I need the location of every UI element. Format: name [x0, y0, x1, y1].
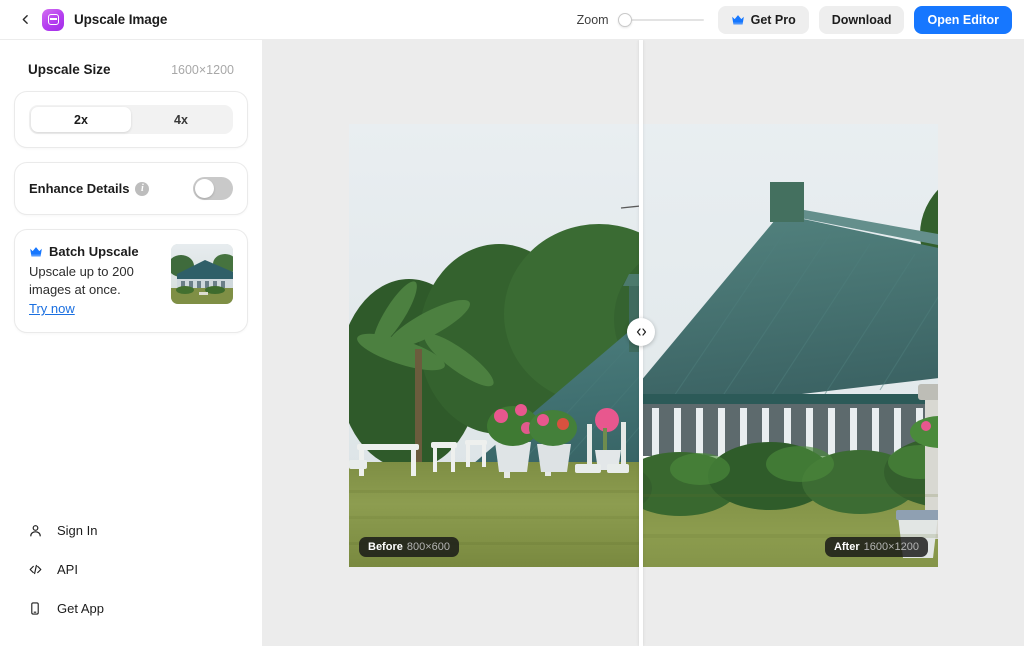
before-image — [349, 124, 639, 567]
sidebar-item-sign-in[interactable]: Sign In — [14, 511, 248, 550]
batch-upscale-try-now-link[interactable]: Try now — [29, 301, 75, 316]
toolbar-actions: Zoom Get Pro Download Open Editor — [577, 5, 1012, 34]
enhance-details-left: Enhance Details i — [29, 181, 150, 196]
mobile-icon — [26, 600, 44, 618]
back-button[interactable] — [14, 9, 36, 31]
app-icon-glyph — [47, 14, 59, 25]
after-badge: After 1600×1200 — [824, 537, 928, 557]
info-icon[interactable]: i — [135, 181, 150, 196]
get-pro-button[interactable]: Get Pro — [717, 5, 809, 34]
scale-factor-card: 2x 4x — [14, 91, 248, 148]
download-button[interactable]: Download — [818, 5, 905, 34]
batch-upscale-text: Batch Upscale Upscale up to 200 images a… — [29, 244, 161, 318]
upscale-size-row: Upscale Size 1600×1200 — [14, 54, 248, 91]
sidebar-item-get-app-label: Get App — [57, 601, 104, 616]
sidebar-item-api[interactable]: API — [14, 550, 248, 589]
batch-upscale-description: Upscale up to 200 images at once. — [29, 264, 134, 297]
batch-upscale-card[interactable]: Batch Upscale Upscale up to 200 images a… — [14, 229, 248, 334]
compare-arrows-icon — [636, 328, 646, 336]
sidebar-item-get-app[interactable]: Get App — [14, 589, 248, 628]
zoom-slider[interactable] — [617, 12, 704, 28]
crown-icon — [731, 15, 744, 25]
scale-option-4x[interactable]: 4x — [131, 107, 231, 132]
scale-factor-segmented[interactable]: 2x 4x — [29, 105, 233, 134]
after-image — [640, 124, 938, 567]
enhance-details-label: Enhance Details — [29, 181, 130, 196]
top-toolbar: Upscale Image Zoom Get Pro Download Open… — [0, 0, 1024, 40]
zoom-slider-knob[interactable] — [617, 12, 632, 27]
thumbnail-house-image — [171, 244, 233, 304]
scale-option-4x-label: 4x — [174, 112, 188, 127]
before-pane — [349, 124, 639, 567]
app-icon — [42, 8, 64, 31]
crown-icon — [30, 247, 42, 257]
open-editor-label: Open Editor — [927, 12, 999, 27]
after-pane: After 1600×1200 — [640, 124, 938, 567]
scale-option-2x[interactable]: 2x — [31, 107, 131, 132]
after-label: After — [833, 541, 860, 553]
batch-upscale-title: Batch Upscale — [49, 244, 139, 259]
zoom-control: Zoom — [577, 12, 704, 28]
toggle-knob — [195, 179, 214, 198]
sidebar-settings: Upscale Size 1600×1200 2x 4x Enhance Det… — [0, 40, 262, 511]
get-pro-label: Get Pro — [750, 12, 796, 27]
code-icon — [26, 561, 44, 579]
page-title: Upscale Image — [74, 12, 168, 27]
sidebar-item-api-label: API — [57, 562, 78, 577]
upscale-size-label: Upscale Size — [28, 62, 111, 77]
sidebar-item-sign-in-label: Sign In — [57, 523, 98, 538]
before-badge: Before 800×600 — [359, 537, 459, 557]
download-label: Download — [831, 12, 892, 27]
compare-slider-handle[interactable] — [627, 318, 655, 346]
sidebar-nav: Sign In API Get App — [0, 511, 262, 646]
compare-canvas: After 1600×1200 Before 800×600 — [263, 40, 1024, 646]
scale-option-2x-label: 2x — [74, 112, 88, 127]
zoom-label: Zoom — [576, 12, 609, 27]
before-label: Before — [368, 541, 403, 553]
after-dimensions: 1600×1200 — [863, 541, 919, 553]
before-dimensions: 800×600 — [406, 541, 450, 553]
batch-upscale-thumbnail — [171, 244, 233, 304]
enhance-details-toggle[interactable] — [193, 177, 233, 200]
enhance-details-card: Enhance Details i — [14, 162, 248, 215]
upscale-image-app: Upscale Image Zoom Get Pro Download Open… — [0, 0, 1024, 646]
chevron-left-icon — [22, 15, 28, 24]
batch-upscale-header: Batch Upscale — [29, 244, 161, 259]
upscale-size-value: 1600×1200 — [171, 62, 234, 77]
sidebar: Upscale Size 1600×1200 2x 4x Enhance Det… — [0, 40, 263, 646]
user-icon — [26, 522, 44, 540]
open-editor-button[interactable]: Open Editor — [914, 5, 1012, 34]
